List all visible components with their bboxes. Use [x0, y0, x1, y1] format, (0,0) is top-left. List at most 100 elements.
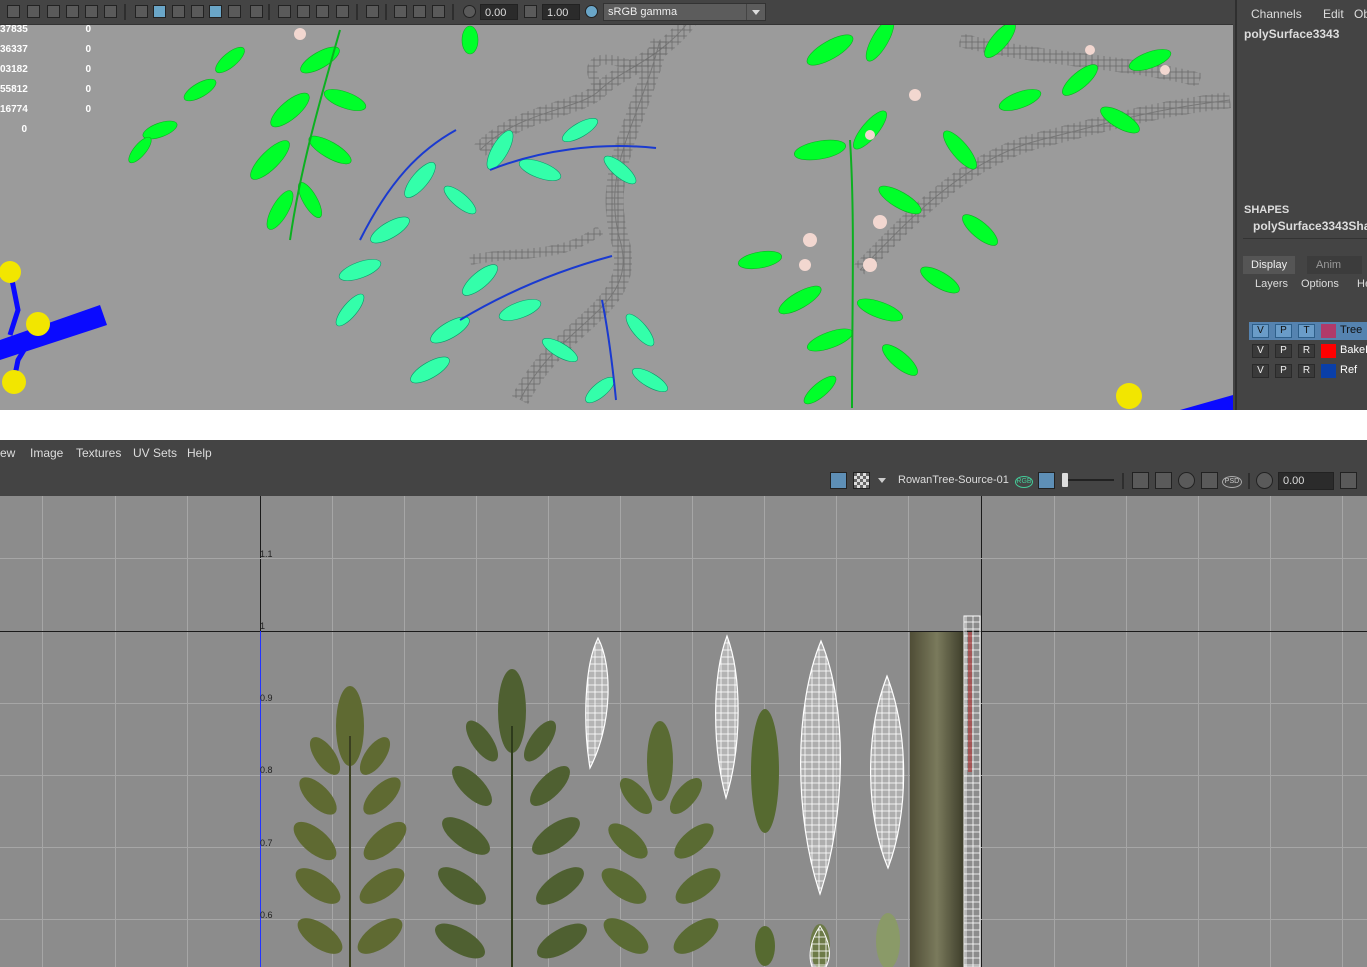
xray-joints-icon[interactable] — [413, 5, 426, 18]
hud-row: 0 — [21, 124, 27, 135]
menu-help[interactable]: Help — [187, 446, 212, 460]
chevron-down-icon[interactable] — [878, 478, 886, 483]
branch-wireframe-right — [854, 92, 1231, 276]
texture-leaf-compound-3 — [601, 721, 721, 954]
depth-of-field-icon[interactable] — [336, 5, 349, 18]
wireframe-on-shaded-icon[interactable] — [191, 5, 204, 18]
menu-channels[interactable]: Channels — [1251, 7, 1302, 21]
layer-row-tree[interactable]: V P T Tree — [1249, 322, 1367, 340]
xray-components-icon[interactable] — [432, 5, 445, 18]
layer-color-swatch[interactable] — [1321, 344, 1336, 358]
image-plane-icon[interactable] — [27, 5, 40, 18]
shapes-heading: SHAPES — [1244, 204, 1290, 216]
hud-row: 03182 0 — [0, 64, 91, 75]
texture-leaf-compound-2 — [435, 669, 587, 967]
menu-layers[interactable]: Layers — [1255, 278, 1288, 290]
resolution-gate-icon[interactable] — [47, 5, 60, 18]
gamma-icon[interactable] — [1340, 472, 1357, 489]
shape-name[interactable]: polySurface3343Sha — [1253, 219, 1367, 233]
layer-row-bake[interactable]: V P R BakeF — [1249, 342, 1367, 360]
layer-color-swatch[interactable] — [1321, 364, 1336, 378]
anti-aliasing-icon[interactable] — [316, 5, 329, 18]
menu-edit[interactable]: Edit — [1323, 7, 1344, 21]
texture-leaf-compound-1 — [293, 686, 407, 967]
hud-row: 37835 0 — [0, 24, 91, 35]
wireframe-icon[interactable] — [135, 5, 148, 18]
viewport-toolbar: 0.00 1.00 sRGB gamma — [0, 0, 1233, 25]
menu-object[interactable]: Obj — [1354, 7, 1367, 21]
dim-image-slider[interactable] — [1068, 479, 1114, 481]
gamma-icon[interactable] — [524, 5, 537, 18]
field-chart-icon[interactable] — [85, 5, 98, 18]
texture-name[interactable]: RowanTree-Source-01 — [898, 474, 1009, 486]
layer-editor-tabs: Display Anim — [1243, 256, 1367, 274]
rgb-channel-icon[interactable]: RGB — [1015, 476, 1033, 488]
view-transform-dropdown[interactable]: sRGB gamma — [603, 3, 766, 21]
film-gate-icon[interactable] — [66, 5, 79, 18]
camera-attributes-icon[interactable] — [7, 5, 20, 18]
channel-box-panel: Channels Edit Obj polySurface3343 SHAPES… — [1235, 0, 1367, 410]
exposure-field[interactable]: 0.00 — [480, 4, 518, 20]
checker-tiles-icon[interactable] — [853, 472, 870, 489]
tab-display[interactable]: Display — [1243, 256, 1296, 274]
object-name[interactable]: polySurface3343 — [1244, 27, 1339, 41]
xray-icon[interactable] — [394, 5, 407, 18]
bake-icon[interactable] — [1201, 472, 1218, 489]
uv-editor-toolbar: RowanTree-Source-01 RGB PSD 0.00 — [0, 465, 1367, 497]
menu-textures[interactable]: Textures — [76, 446, 121, 460]
safe-title-icon[interactable] — [104, 5, 117, 18]
leaf-cluster-left — [128, 25, 479, 230]
layer-playback-toggle[interactable]: P — [1275, 344, 1292, 358]
image-ratio-icon[interactable] — [1038, 472, 1055, 489]
perspective-viewport[interactable]: 0.00 1.00 sRGB gamma 37835 0 36337 0 03182… — [0, 0, 1233, 410]
texture-leaflet — [751, 709, 779, 833]
bark-texture-strip — [910, 632, 964, 967]
layer-name[interactable]: Tree — [1340, 324, 1362, 336]
exposure-icon[interactable] — [1256, 472, 1273, 489]
hud-row: 36337 0 — [0, 44, 91, 55]
exposure-field[interactable]: 0.00 — [1278, 472, 1334, 490]
exposure-icon[interactable] — [463, 5, 476, 18]
gamma-field[interactable]: 1.00 — [542, 4, 580, 20]
view-transform-value: sRGB gamma — [608, 6, 678, 18]
textured-icon[interactable] — [209, 5, 222, 18]
layer-row-ref[interactable]: V P R Ref — [1249, 362, 1367, 380]
menu-help[interactable]: He — [1357, 278, 1367, 290]
pixel-snap-icon[interactable] — [1132, 472, 1149, 489]
layer-visibility-toggle[interactable]: V — [1252, 324, 1269, 338]
smooth-shade-icon[interactable] — [153, 5, 166, 18]
layer-color-swatch[interactable] — [1321, 324, 1336, 338]
uv-editor-menubar: ew Image Textures UV Sets Help — [0, 440, 1367, 465]
layer-playback-toggle[interactable]: P — [1275, 324, 1292, 338]
motion-blur-icon[interactable] — [297, 5, 310, 18]
menu-view[interactable]: ew — [0, 446, 15, 460]
layer-display-type-toggle[interactable]: R — [1298, 364, 1315, 378]
lighting-icon[interactable] — [228, 5, 241, 18]
hud-row: 55812 0 — [0, 84, 91, 95]
shadows-icon[interactable] — [250, 5, 263, 18]
layer-visibility-toggle[interactable]: V — [1252, 364, 1269, 378]
chevron-down-icon — [746, 4, 765, 20]
layer-name[interactable]: BakeF — [1340, 344, 1367, 356]
shaded-uv-icon[interactable] — [1155, 472, 1172, 489]
uv-texture-canvas[interactable]: 1.1 1 0.9 0.8 0.7 0.6 — [0, 496, 1367, 967]
tab-anim[interactable]: Anim — [1307, 256, 1362, 274]
layer-playback-toggle[interactable]: P — [1275, 364, 1292, 378]
default-material-icon[interactable] — [172, 5, 185, 18]
isolate-select-icon[interactable] — [366, 5, 379, 18]
menu-uv-sets[interactable]: UV Sets — [133, 446, 177, 460]
color-management-toggle-icon[interactable] — [585, 5, 598, 18]
screen-space-ao-icon[interactable] — [278, 5, 291, 18]
layer-display-type-toggle[interactable]: T — [1298, 324, 1315, 338]
layer-visibility-toggle[interactable]: V — [1252, 344, 1269, 358]
layer-display-type-toggle[interactable]: R — [1298, 344, 1315, 358]
menu-options[interactable]: Options — [1301, 278, 1339, 290]
display-image-icon[interactable] — [830, 472, 847, 489]
uv-texture-image — [293, 615, 981, 967]
panel-divider — [0, 410, 1367, 440]
update-psd-icon[interactable] — [1178, 472, 1195, 489]
menu-image[interactable]: Image — [30, 446, 63, 460]
layer-name[interactable]: Ref — [1340, 364, 1357, 376]
scene-render — [0, 15, 1233, 410]
psd-network-icon[interactable]: PSD — [1222, 476, 1242, 488]
